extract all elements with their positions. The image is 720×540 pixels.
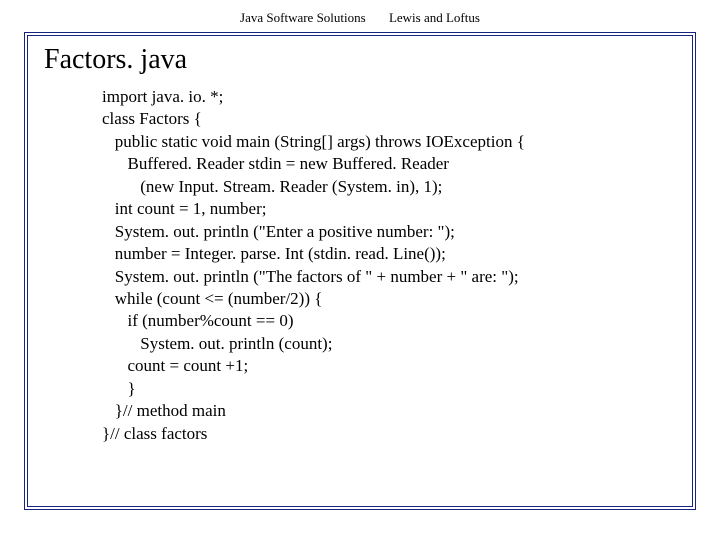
code-line: public static void main (String[] args) … — [102, 132, 525, 151]
code-line: System. out. println ("The factors of " … — [102, 267, 519, 286]
code-line: while (count <= (number/2)) { — [102, 289, 322, 308]
code-line: count = count +1; — [102, 356, 248, 375]
page-header: Java Software Solutions Lewis and Loftus — [0, 0, 720, 32]
code-line: System. out. println (count); — [102, 334, 332, 353]
code-line: import java. io. *; — [102, 87, 223, 106]
code-line: (new Input. Stream. Reader (System. in),… — [102, 177, 442, 196]
code-line: }// method main — [102, 401, 226, 420]
slide-frame: Factors. java import java. io. *; class … — [24, 32, 696, 510]
code-line: } — [102, 379, 136, 398]
code-line: int count = 1, number; — [102, 199, 266, 218]
code-line: }// class factors — [102, 424, 207, 443]
header-left: Java Software Solutions — [240, 10, 366, 25]
code-line: number = Integer. parse. Int (stdin. rea… — [102, 244, 446, 263]
code-line: class Factors { — [102, 109, 202, 128]
header-right: Lewis and Loftus — [389, 10, 480, 25]
code-line: Buffered. Reader stdin = new Buffered. R… — [102, 154, 449, 173]
code-line: System. out. println ("Enter a positive … — [102, 222, 455, 241]
slide-title: Factors. java — [44, 44, 678, 76]
code-line: if (number%count == 0) — [102, 311, 294, 330]
code-block: import java. io. *; class Factors { publ… — [102, 86, 678, 445]
